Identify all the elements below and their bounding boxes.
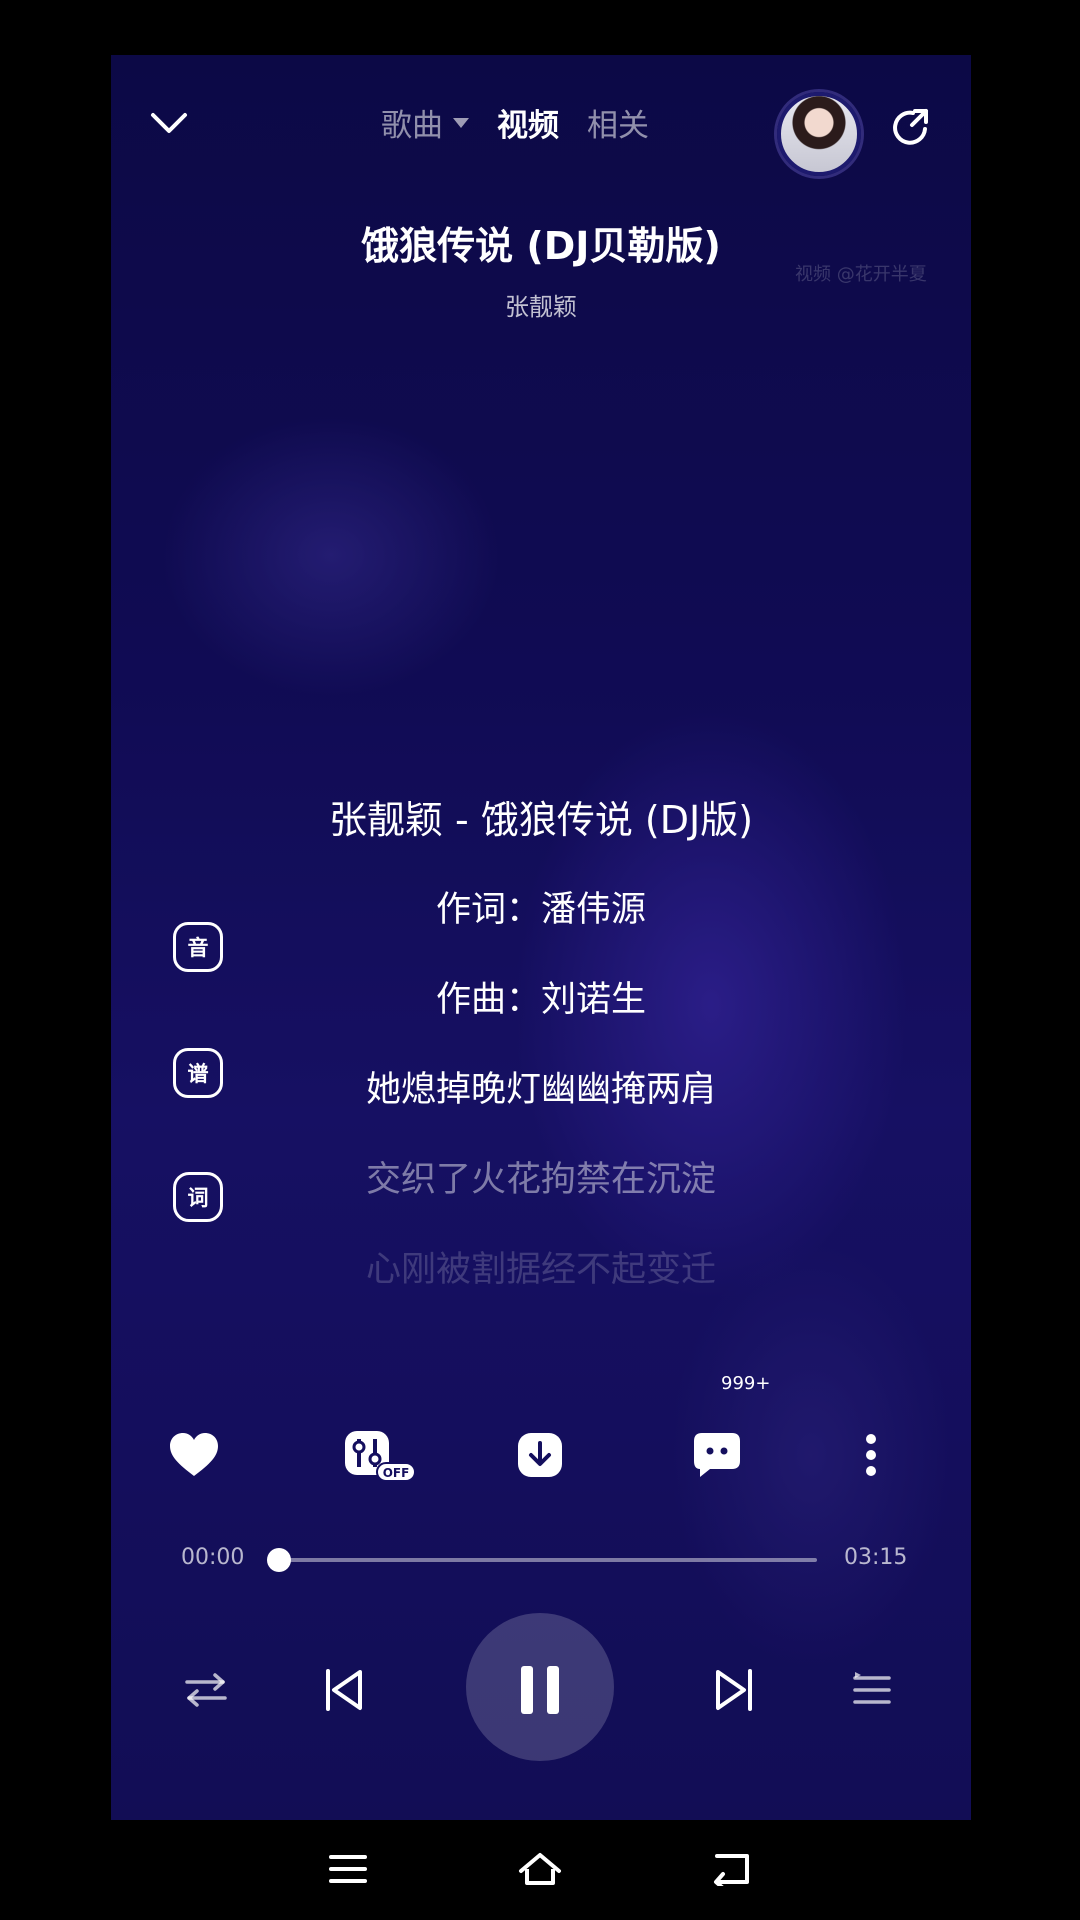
collapse-button[interactable] (141, 95, 197, 151)
playlist-button[interactable] (837, 1655, 907, 1725)
playlist-icon (853, 1672, 891, 1704)
progress-bar[interactable] (267, 1548, 817, 1572)
previous-button[interactable] (309, 1655, 379, 1725)
lyric-line: 心刚被割据经不起变迁 (365, 1250, 716, 1290)
sound-quality-icon: 音 (187, 936, 209, 960)
video-watermark: 视频 @花开半夏 (795, 264, 927, 285)
lyric-line: 作曲：刘诺生 (435, 980, 646, 1020)
home-button[interactable] (510, 1844, 570, 1894)
heart-icon (170, 1433, 218, 1476)
avatar[interactable] (777, 92, 861, 176)
tab-video[interactable]: 视频 (497, 100, 559, 145)
more-button[interactable] (851, 1423, 891, 1487)
next-icon (716, 1669, 752, 1711)
player-screen: 歌曲 视频 相关 饿狼传说 (DJ贝勒版) 张靓颖 视频 @花开半夏 张靓颖 -… (111, 55, 971, 1820)
tab-related[interactable]: 相关 (587, 100, 649, 145)
lyrics-button[interactable]: 词 (173, 1172, 223, 1222)
system-nav-bar (0, 1820, 1080, 1920)
lyric-line: 作词：潘伟源 (435, 890, 646, 930)
comment-icon (694, 1433, 740, 1477)
caret-down-icon (453, 117, 469, 128)
lyrics-panel[interactable]: 张靓颖 - 饿狼传说 (DJ版) 作词：潘伟源 作曲：刘诺生 她熄掉晚灯幽幽掩两… (111, 775, 971, 1315)
tab-video-label: 视频 (497, 108, 559, 144)
total-time: 03:15 (844, 1545, 908, 1570)
back-icon (714, 1854, 749, 1886)
lyric-line: 她熄掉晚灯幽幽掩两肩 (365, 1070, 716, 1110)
more-vertical-icon (866, 1434, 876, 1476)
play-mode-button[interactable] (171, 1655, 241, 1725)
sound-quality-button[interactable]: 音 (173, 922, 223, 972)
share-icon (893, 109, 928, 145)
download-button[interactable] (508, 1423, 572, 1487)
home-icon (519, 1853, 561, 1885)
menu-icon (329, 1855, 367, 1883)
current-time: 00:00 (181, 1545, 245, 1570)
share-button[interactable] (883, 99, 939, 155)
comments-button[interactable] (686, 1423, 750, 1487)
lyrics-icon: 词 (187, 1186, 209, 1210)
back-button[interactable] (702, 1844, 762, 1894)
repeat-icon (185, 1673, 227, 1707)
tab-related-label: 相关 (587, 108, 649, 144)
lyric-line: 交织了火花拘禁在沉淀 (365, 1160, 716, 1200)
equalizer-icon: OFF (345, 1431, 416, 1482)
progress-knob[interactable] (267, 1548, 291, 1572)
effects-button[interactable]: OFF (341, 1423, 421, 1487)
score-button[interactable]: 谱 (173, 1048, 223, 1098)
chevron-down-icon (151, 113, 187, 133)
next-button[interactable] (699, 1655, 769, 1725)
comment-count: 999+ (721, 1373, 771, 1394)
effects-badge: OFF (383, 1466, 410, 1480)
score-icon: 谱 (187, 1062, 209, 1086)
menu-button[interactable] (318, 1844, 378, 1894)
pause-icon (521, 1666, 559, 1714)
lyric-line: 张靓颖 - 饿狼传说 (DJ版) (328, 798, 754, 842)
like-button[interactable] (162, 1423, 226, 1487)
header-tabs: 歌曲 视频 相关 (381, 100, 649, 145)
previous-icon (326, 1669, 362, 1711)
play-pause-button[interactable] (505, 1655, 575, 1725)
tab-song-label: 歌曲 (381, 108, 443, 144)
download-icon (518, 1433, 562, 1477)
artist-name[interactable]: 张靓颖 (111, 287, 971, 322)
tab-song[interactable]: 歌曲 (381, 100, 469, 145)
